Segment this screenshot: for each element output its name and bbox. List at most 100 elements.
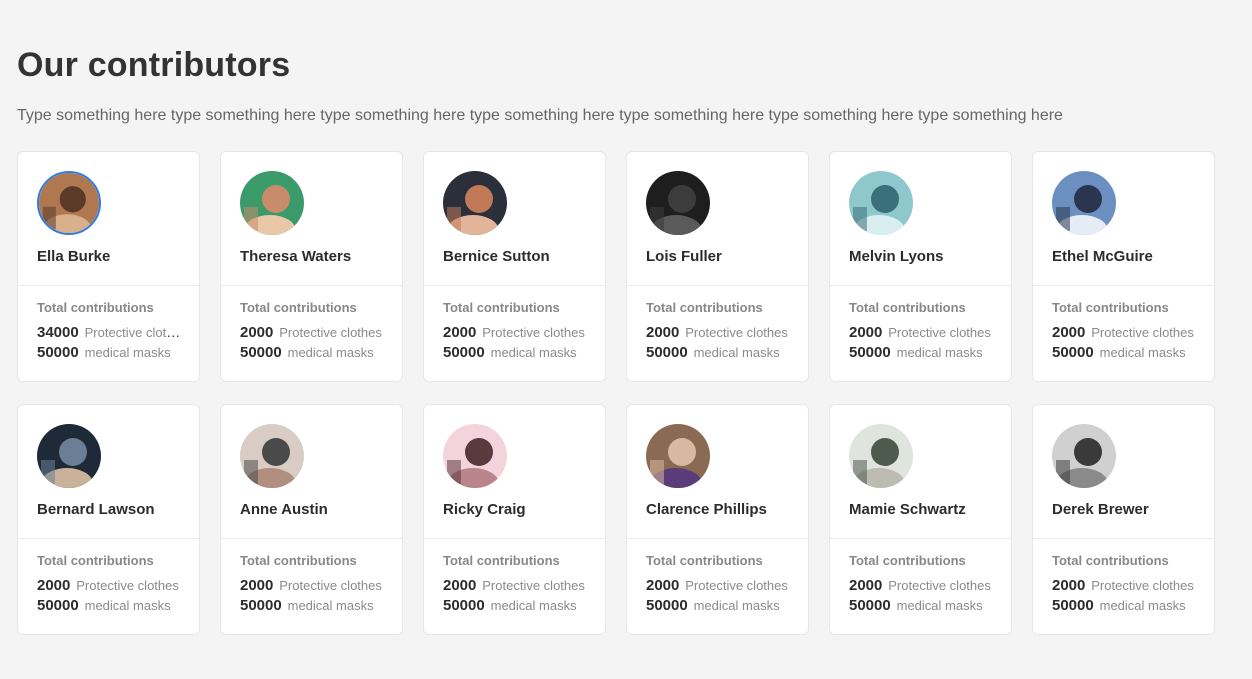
masks-count: 50000 (646, 344, 688, 361)
avatar[interactable] (37, 424, 101, 488)
avatar[interactable] (37, 171, 101, 235)
contributor-card[interactable]: Lois Fuller Total contributions 2000 Pro… (626, 151, 809, 382)
clothes-count: 2000 (849, 577, 883, 594)
card-stats: Total contributions 2000 Protective clot… (424, 539, 605, 614)
masks-unit: medical masks (287, 598, 374, 613)
contributor-card[interactable]: Bernice Sutton Total contributions 2000 … (423, 151, 606, 382)
card-stats: Total contributions 2000 Protective clot… (1033, 286, 1214, 361)
avatar-image (240, 171, 304, 235)
page-subtitle: Type something here type something here … (17, 107, 1063, 124)
contributor-card[interactable]: Ethel McGuire Total contributions 2000 P… (1032, 151, 1215, 382)
clothes-count: 2000 (646, 324, 680, 341)
masks-unit: medical masks (896, 598, 983, 613)
contributor-card[interactable]: Mamie Schwartz Total contributions 2000 … (829, 404, 1012, 635)
contributions-label: Total contributions (646, 553, 763, 568)
contributor-card[interactable]: Ella Burke Total contributions 34000 Pro… (17, 151, 200, 382)
clothes-stat: 2000 Protective clothes (240, 577, 385, 594)
contributions-label: Total contributions (37, 553, 154, 568)
card-header: Derek Brewer (1033, 405, 1214, 539)
contributor-card[interactable]: Bernard Lawson Total contributions 2000 … (17, 404, 200, 635)
clothes-unit: Protective clothes (279, 325, 382, 340)
contributions-label: Total contributions (240, 553, 357, 568)
card-header: Mamie Schwartz (830, 405, 1011, 539)
clothes-count: 2000 (240, 324, 274, 341)
contributor-name: Anne Austin (240, 501, 328, 518)
masks-stat: 50000 medical masks (443, 597, 588, 614)
contributions-label: Total contributions (849, 553, 966, 568)
contributor-card[interactable]: Anne Austin Total contributions 2000 Pro… (220, 404, 403, 635)
avatar[interactable] (646, 424, 710, 488)
contributor-card[interactable]: Melvin Lyons Total contributions 2000 Pr… (829, 151, 1012, 382)
clothes-unit: Protective clothes (482, 325, 585, 340)
card-header: Ella Burke (18, 152, 199, 286)
contributor-name: Lois Fuller (646, 248, 722, 265)
card-stats: Total contributions 2000 Protective clot… (221, 539, 402, 614)
contributor-name: Clarence Phillips (646, 501, 767, 518)
contributor-name: Ella Burke (37, 248, 111, 265)
clothes-unit: Protective clothes (76, 578, 179, 593)
clothes-stat: 2000 Protective clothes (443, 324, 588, 341)
masks-unit: medical masks (693, 345, 780, 360)
avatar[interactable] (849, 424, 913, 488)
avatar[interactable] (1052, 424, 1116, 488)
card-header: Melvin Lyons (830, 152, 1011, 286)
masks-unit: medical masks (490, 598, 577, 613)
clothes-unit: Protective clothes (1091, 325, 1194, 340)
masks-stat: 50000 medical masks (240, 344, 385, 361)
avatar[interactable] (240, 424, 304, 488)
card-stats: Total contributions 2000 Protective clot… (18, 539, 199, 614)
contributor-card[interactable]: Theresa Waters Total contributions 2000 … (220, 151, 403, 382)
avatar[interactable] (443, 171, 507, 235)
avatar[interactable] (443, 424, 507, 488)
avatar-image (1052, 171, 1116, 235)
contributions-label: Total contributions (443, 553, 560, 568)
contributor-card[interactable]: Derek Brewer Total contributions 2000 Pr… (1032, 404, 1215, 635)
clothes-count: 34000 (37, 324, 79, 341)
clothes-stat: 2000 Protective clothes (240, 324, 385, 341)
card-header: Bernard Lawson (18, 405, 199, 539)
clothes-unit: Protective clothes (279, 578, 382, 593)
avatar[interactable] (1052, 171, 1116, 235)
avatar-image (443, 424, 507, 488)
masks-count: 50000 (443, 344, 485, 361)
clothes-stat: 34000 Protective clothes (37, 324, 182, 341)
masks-stat: 50000 medical masks (646, 344, 791, 361)
masks-stat: 50000 medical masks (443, 344, 588, 361)
contributions-label: Total contributions (1052, 553, 1169, 568)
contributor-name: Ricky Craig (443, 501, 526, 518)
masks-unit: medical masks (1099, 598, 1186, 613)
masks-stat: 50000 medical masks (37, 597, 182, 614)
avatar[interactable] (240, 171, 304, 235)
avatar[interactable] (849, 171, 913, 235)
contributor-card[interactable]: Clarence Phillips Total contributions 20… (626, 404, 809, 635)
card-header: Theresa Waters (221, 152, 402, 286)
card-stats: Total contributions 2000 Protective clot… (1033, 539, 1214, 614)
avatar-image (1052, 424, 1116, 488)
masks-stat: 50000 medical masks (37, 344, 182, 361)
contributor-grid: Ella Burke Total contributions 34000 Pro… (17, 151, 1215, 635)
card-stats: Total contributions 2000 Protective clot… (627, 539, 808, 614)
clothes-unit: Protective clothes (888, 325, 991, 340)
clothes-unit: Protective clothes (482, 578, 585, 593)
contributions-label: Total contributions (37, 300, 154, 315)
contributions-label: Total contributions (849, 300, 966, 315)
contributor-name: Ethel McGuire (1052, 248, 1153, 265)
clothes-count: 2000 (646, 577, 680, 594)
card-stats: Total contributions 2000 Protective clot… (424, 286, 605, 361)
avatar-image (849, 171, 913, 235)
masks-unit: medical masks (287, 345, 374, 360)
clothes-unit: Protective clothes (685, 578, 788, 593)
clothes-stat: 2000 Protective clothes (646, 324, 791, 341)
card-stats: Total contributions 34000 Protective clo… (18, 286, 199, 361)
avatar[interactable] (646, 171, 710, 235)
avatar-image (443, 171, 507, 235)
masks-unit: medical masks (1099, 345, 1186, 360)
clothes-count: 2000 (37, 577, 71, 594)
contributions-label: Total contributions (1052, 300, 1169, 315)
contributions-label: Total contributions (443, 300, 560, 315)
masks-stat: 50000 medical masks (849, 344, 994, 361)
masks-unit: medical masks (84, 598, 171, 613)
clothes-stat: 2000 Protective clothes (1052, 324, 1197, 341)
clothes-stat: 2000 Protective clothes (849, 324, 994, 341)
contributor-card[interactable]: Ricky Craig Total contributions 2000 Pro… (423, 404, 606, 635)
